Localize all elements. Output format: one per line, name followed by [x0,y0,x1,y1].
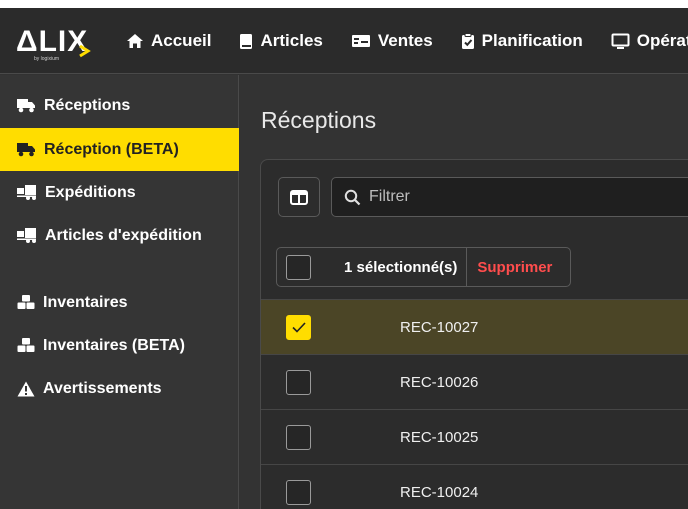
sidebar-item-inventaires-beta[interactable]: Inventaires (BETA) [0,324,239,367]
sidebar-item-label: Inventaires (BETA) [43,336,185,354]
sidebar-item-articles-expedition[interactable]: Articles d'expédition [0,214,239,257]
boxes-icon [17,338,35,352]
nav-item-operations[interactable]: Opérations [611,31,688,51]
columns-toggle-button[interactable] [278,177,320,217]
table-row[interactable]: REC-10026 [261,354,688,409]
truck-loading-icon [17,228,36,243]
sidebar: Réceptions Réception (BETA) Expéditions … [0,75,239,509]
row-checkbox[interactable] [286,424,311,450]
delete-button[interactable]: Supprimer [477,259,552,276]
nav-item-accueil[interactable]: Accueil [126,31,211,51]
filter-field[interactable] [331,177,688,217]
sidebar-item-inventaires[interactable]: Inventaires [0,281,239,324]
reception-id: REC-10025 [400,428,479,446]
table-body: REC-10027 REC-10026 REC-10025 REC-10024 [261,299,688,509]
nav-item-label: Planification [481,31,583,50]
search-icon [344,189,361,205]
nav-item-planification[interactable]: Planification [461,31,583,51]
reception-id: REC-10027 [400,318,479,336]
filter-input[interactable] [369,188,669,206]
table-row[interactable]: REC-10024 [261,464,688,509]
reception-id: REC-10026 [400,373,479,391]
top-strip [0,0,688,8]
row-checkbox[interactable] [286,369,311,395]
main-content: Réceptions 1 sélectionné(s) Supprimer RE… [240,75,688,509]
selection-count: 1 sélectionné(s) [344,258,458,276]
sidebar-item-receptions[interactable]: Réceptions [0,84,239,127]
table-row[interactable]: REC-10027 [261,299,688,354]
select-all-checkbox[interactable] [286,254,311,280]
page-title: Réceptions [261,107,377,133]
toolbar-divider [466,248,468,286]
boxes-icon [17,295,35,309]
truck-icon [17,99,35,113]
sidebar-item-label: Expéditions [45,183,136,201]
sidebar-item-reception-beta[interactable]: Réception (BETA) [0,128,239,171]
row-checkbox[interactable] [286,479,311,505]
sidebar-item-label: Articles d'expédition [45,226,202,244]
nav-item-label: Opérations [636,31,688,50]
row-checkbox[interactable] [286,314,311,340]
sidebar-item-label: Réception (BETA) [44,140,179,158]
main-nav: Accueil Articles Ventes Planification Op… [126,8,688,73]
sidebar-item-label: Réceptions [44,96,131,114]
sidebar-item-expeditions[interactable]: Expéditions [0,171,239,214]
nav-item-ventes[interactable]: Ventes [351,31,433,51]
receptions-table-panel: 1 sélectionné(s) Supprimer REC-10027 REC… [260,159,688,509]
columns-icon [290,189,308,205]
reception-id: REC-10024 [400,483,479,501]
nav-item-articles[interactable]: Articles [239,31,323,51]
logo-arrow-icon [79,44,91,58]
nav-item-label: Accueil [151,31,212,50]
sidebar-item-avertissements[interactable]: Avertissements [0,367,239,410]
check-icon [291,321,306,333]
truck-icon [17,143,35,157]
book-icon [240,33,253,49]
nav-item-label: Ventes [377,31,433,50]
alix-logo[interactable]: ΔLIX by logixium [16,26,96,66]
logo-subtitle: by logixium [34,56,60,62]
table-row[interactable]: REC-10025 [261,409,688,464]
sidebar-item-label: Inventaires [43,293,128,311]
warning-icon [17,381,35,396]
home-icon [127,34,143,48]
truck-loading-icon [17,185,36,200]
nav-item-label: Articles [260,31,323,50]
sidebar-item-label: Avertissements [43,379,162,397]
selection-toolbar: 1 sélectionné(s) Supprimer [276,247,571,287]
clipboard-check-icon [461,32,474,49]
money-icon [351,35,370,47]
monitor-icon [611,33,630,49]
top-navbar: ΔLIX by logixium Accueil Articles Ventes… [0,8,688,74]
